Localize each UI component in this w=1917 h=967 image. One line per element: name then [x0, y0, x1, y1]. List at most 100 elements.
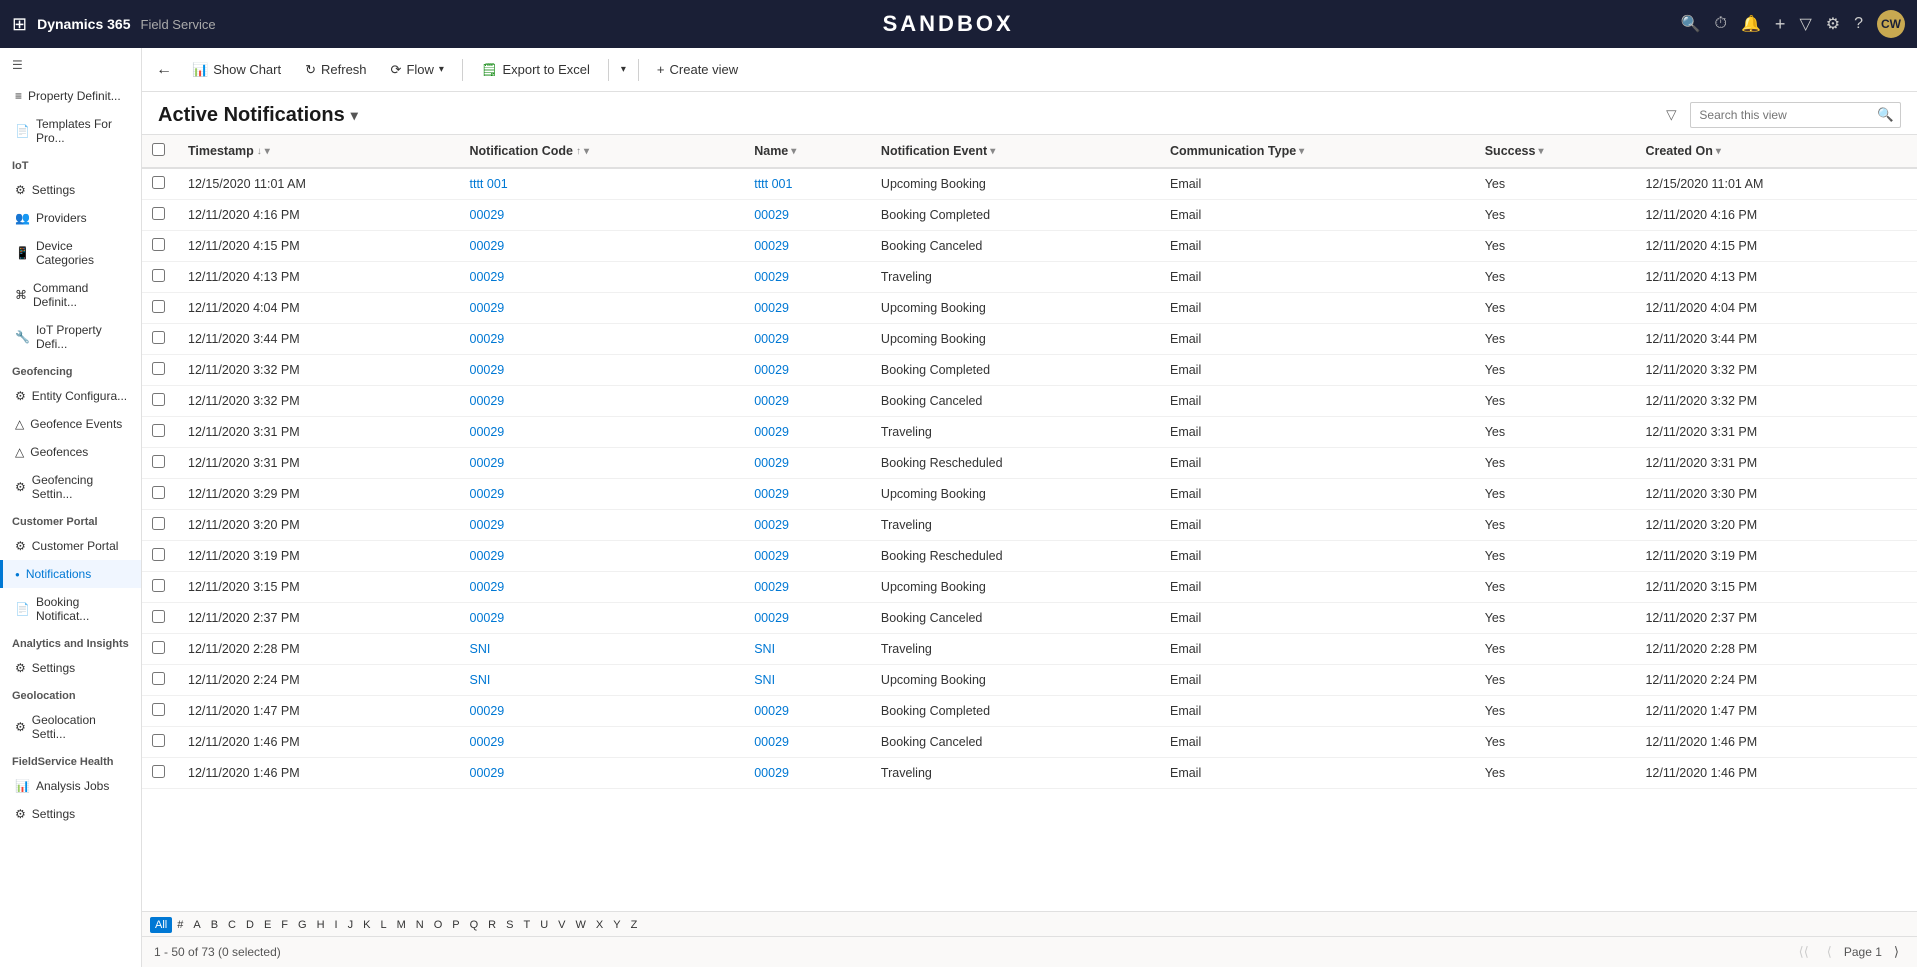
alpha-btn-u[interactable]: U: [535, 917, 553, 933]
sidebar-item-analysis-jobs[interactable]: 📊 Analysis Jobs: [0, 772, 141, 800]
filter-timestamp-icon[interactable]: ▾: [265, 146, 270, 157]
alpha-btn-d[interactable]: D: [241, 917, 259, 933]
alpha-btn-y[interactable]: Y: [608, 917, 625, 933]
sidebar-item-booking-notif[interactable]: 📄 Booking Notificat...: [0, 588, 141, 630]
notif-code-link[interactable]: 00029: [470, 549, 505, 563]
sidebar-item-settings-main[interactable]: ⚙ Settings: [0, 800, 141, 828]
alpha-btn-h[interactable]: H: [312, 917, 330, 933]
row-checkbox-6[interactable]: [152, 362, 165, 375]
row-checkbox-15[interactable]: [152, 641, 165, 654]
notif-code-link[interactable]: tttt 001: [470, 177, 508, 191]
app-name[interactable]: Dynamics 365: [37, 16, 130, 32]
alpha-btn-q[interactable]: Q: [465, 917, 484, 933]
col-notification-code[interactable]: Notification Code ↑ ▾: [460, 135, 745, 168]
help-icon[interactable]: ?: [1854, 15, 1863, 33]
sidebar-item-command-def[interactable]: ⌘ Command Definit...: [0, 274, 141, 316]
sidebar-item-geolocation-settings[interactable]: ⚙ Geolocation Setti...: [0, 706, 141, 748]
grid-icon[interactable]: ⊞: [12, 14, 27, 35]
filter-comm-type-icon[interactable]: ▾: [1299, 146, 1304, 157]
filter-button[interactable]: ▽: [1660, 103, 1682, 127]
sidebar-item-settings-analytics[interactable]: ⚙ Settings: [0, 654, 141, 682]
show-chart-button[interactable]: 📊 Show Chart: [182, 58, 291, 82]
name-link[interactable]: 00029: [754, 301, 789, 315]
col-timestamp[interactable]: Timestamp ↓ ▾: [178, 135, 460, 168]
notif-code-link[interactable]: 00029: [470, 518, 505, 532]
clock-icon[interactable]: ⏱: [1715, 15, 1727, 33]
flow-button[interactable]: ⟳ Flow ▾: [381, 58, 454, 82]
row-checkbox-5[interactable]: [152, 331, 165, 344]
sidebar-item-geofencing-settings[interactable]: ⚙ Geofencing Settin...: [0, 466, 141, 508]
name-link[interactable]: 00029: [754, 518, 789, 532]
alpha-btn-n[interactable]: N: [411, 917, 429, 933]
alpha-btn-z[interactable]: Z: [626, 917, 643, 933]
row-checkbox-10[interactable]: [152, 486, 165, 499]
row-checkbox-14[interactable]: [152, 610, 165, 623]
select-all-header[interactable]: [142, 135, 178, 168]
export-excel-button[interactable]: 🗒 Export to Excel: [471, 58, 600, 82]
name-link[interactable]: 00029: [754, 735, 789, 749]
search-icon[interactable]: 🔍: [1681, 14, 1701, 34]
sidebar-item-device-categories[interactable]: 📱 Device Categories: [0, 232, 141, 274]
notif-code-link[interactable]: 00029: [470, 766, 505, 780]
row-checkbox-9[interactable]: [152, 455, 165, 468]
name-link[interactable]: SNI: [754, 673, 775, 687]
search-submit-button[interactable]: 🔍: [1871, 103, 1900, 127]
sidebar-item-iot-property-def[interactable]: 🔧 IoT Property Defi...: [0, 316, 141, 358]
alpha-btn-k[interactable]: K: [358, 917, 375, 933]
sidebar-item-notifications[interactable]: ● Notifications: [0, 560, 141, 588]
alpha-btn-o[interactable]: O: [429, 917, 448, 933]
filter-event-icon[interactable]: ▾: [990, 146, 995, 157]
col-notification-event[interactable]: Notification Event ▾: [871, 135, 1160, 168]
alpha-btn-g[interactable]: G: [293, 917, 312, 933]
name-link[interactable]: 00029: [754, 363, 789, 377]
settings-icon[interactable]: ⚙: [1826, 14, 1840, 34]
row-checkbox-17[interactable]: [152, 703, 165, 716]
create-view-button[interactable]: + Create view: [647, 58, 748, 81]
notif-code-link[interactable]: 00029: [470, 270, 505, 284]
alpha-btn-c[interactable]: C: [223, 917, 241, 933]
sidebar-item-templates-pro[interactable]: 📄 Templates For Pro...: [0, 110, 141, 152]
notif-code-link[interactable]: 00029: [470, 332, 505, 346]
filter-name-icon[interactable]: ▾: [791, 146, 796, 157]
prev-page-button[interactable]: ⟨: [1821, 942, 1838, 962]
name-link[interactable]: SNI: [754, 642, 775, 656]
alpha-btn-l[interactable]: L: [375, 917, 391, 933]
name-link[interactable]: 00029: [754, 611, 789, 625]
plus-icon[interactable]: +: [1775, 14, 1786, 35]
sidebar-item-property-def[interactable]: ≡ Property Definit...: [0, 82, 141, 110]
next-page-button[interactable]: ⟩: [1888, 942, 1905, 962]
sidebar-item-customer-portal[interactable]: ⚙ Customer Portal: [0, 532, 141, 560]
sidebar-item-geofence-events[interactable]: △ Geofence Events: [0, 410, 141, 438]
alpha-btn-#[interactable]: #: [172, 917, 188, 933]
notif-code-link[interactable]: 00029: [470, 704, 505, 718]
name-link[interactable]: 00029: [754, 208, 789, 222]
row-checkbox-19[interactable]: [152, 765, 165, 778]
row-checkbox-3[interactable]: [152, 269, 165, 282]
row-checkbox-12[interactable]: [152, 548, 165, 561]
sidebar-item-geofences[interactable]: △ Geofences: [0, 438, 141, 466]
alpha-btn-m[interactable]: M: [392, 917, 411, 933]
search-input[interactable]: [1691, 104, 1871, 126]
col-success[interactable]: Success ▾: [1475, 135, 1636, 168]
notif-code-link[interactable]: SNI: [470, 673, 491, 687]
notif-code-link[interactable]: 00029: [470, 301, 505, 315]
filter-icon[interactable]: ▽: [1799, 14, 1811, 34]
alpha-btn-x[interactable]: X: [591, 917, 608, 933]
sidebar-toggle[interactable]: ☰: [0, 48, 141, 82]
refresh-button[interactable]: ↻ Refresh: [295, 58, 376, 82]
notif-code-link[interactable]: 00029: [470, 611, 505, 625]
alpha-btn-p[interactable]: P: [447, 917, 464, 933]
alpha-btn-j[interactable]: J: [343, 917, 359, 933]
notif-code-link[interactable]: SNI: [470, 642, 491, 656]
name-link[interactable]: 00029: [754, 270, 789, 284]
alpha-btn-e[interactable]: E: [259, 917, 276, 933]
row-checkbox-7[interactable]: [152, 393, 165, 406]
name-link[interactable]: 00029: [754, 394, 789, 408]
notif-code-link[interactable]: 00029: [470, 735, 505, 749]
alpha-btn-all[interactable]: All: [150, 917, 172, 933]
filter-created-on-icon[interactable]: ▾: [1716, 146, 1721, 157]
alpha-btn-w[interactable]: W: [571, 917, 591, 933]
name-link[interactable]: 00029: [754, 487, 789, 501]
col-created-on[interactable]: Created On ▾: [1635, 135, 1917, 168]
alpha-btn-a[interactable]: A: [188, 917, 205, 933]
